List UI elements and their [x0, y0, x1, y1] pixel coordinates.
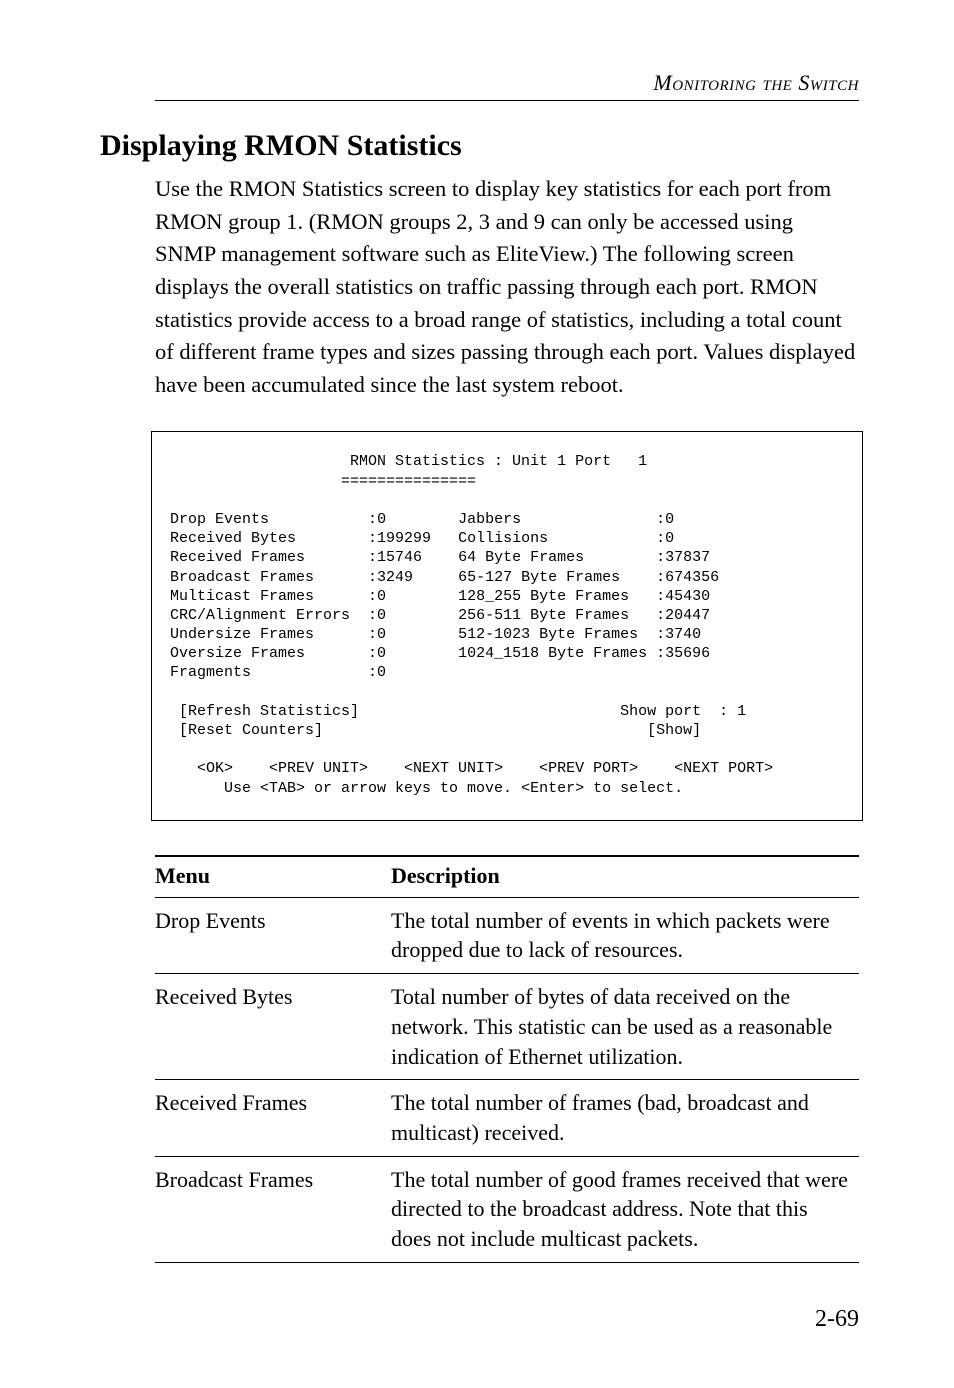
stat-line: Drop Events :0 Jabbers :0 [170, 511, 674, 528]
table-head-desc: Description [391, 856, 859, 898]
table-cell-menu: Drop Events [155, 897, 391, 973]
stat-line: Broadcast Frames :3249 65-127 Byte Frame… [170, 569, 719, 586]
stat-line: Undersize Frames :0 512-1023 Byte Frames… [170, 626, 701, 643]
stat-line: Received Bytes :199299 Collisions :0 [170, 530, 674, 547]
table-cell-desc: The total number of good frames received… [391, 1156, 859, 1262]
table-row: Received Frames The total number of fram… [155, 1080, 859, 1156]
running-title: Monitoring the Switch [653, 70, 859, 95]
table-cell-desc: Total number of bytes of data received o… [391, 974, 859, 1080]
table-row: Broadcast Frames The total number of goo… [155, 1156, 859, 1262]
section-paragraph: Use the RMON Statistics screen to displa… [155, 173, 859, 401]
table-cell-desc: The total number of frames (bad, broadca… [391, 1080, 859, 1156]
running-header: Monitoring the Switch [155, 70, 859, 96]
table-row: Received Bytes Total number of bytes of … [155, 974, 859, 1080]
table-cell-desc: The total number of events in which pack… [391, 897, 859, 973]
table-cell-menu: Broadcast Frames [155, 1156, 391, 1262]
terminal-rule: =============== [341, 473, 476, 490]
table-cell-menu: Received Bytes [155, 974, 391, 1080]
table-head-menu: Menu [155, 856, 391, 898]
terminal-screen: RMON Statistics : Unit 1 Port 1 ========… [151, 431, 863, 820]
page-number: 2-69 [815, 1306, 859, 1333]
description-table: Menu Description Drop Events The total n… [155, 855, 859, 1263]
show-port-label: Show port : 1 [620, 703, 746, 720]
stat-line: Received Frames :15746 64 Byte Frames :3… [170, 549, 710, 566]
refresh-statistics-button[interactable]: [Refresh Statistics] [179, 703, 359, 720]
footer-hint: Use <TAB> or arrow keys to move. <Enter>… [224, 780, 683, 797]
section-heading: Displaying RMON Statistics [100, 129, 859, 163]
footer-keys[interactable]: <OK> <PREV UNIT> <NEXT UNIT> <PREV PORT>… [197, 760, 773, 777]
stat-line: CRC/Alignment Errors :0 256-511 Byte Fra… [170, 607, 710, 624]
stat-line: Multicast Frames :0 128_255 Byte Frames … [170, 588, 710, 605]
table-row: Drop Events The total number of events i… [155, 897, 859, 973]
header-rule [155, 100, 859, 101]
show-button[interactable]: [Show] [647, 722, 701, 739]
stat-line: Fragments :0 [170, 664, 386, 681]
reset-counters-button[interactable]: [Reset Counters] [179, 722, 323, 739]
stat-line: Oversize Frames :0 1024_1518 Byte Frames… [170, 645, 710, 662]
table-cell-menu: Received Frames [155, 1080, 391, 1156]
terminal-title-line: RMON Statistics : Unit 1 Port 1 [170, 453, 647, 470]
